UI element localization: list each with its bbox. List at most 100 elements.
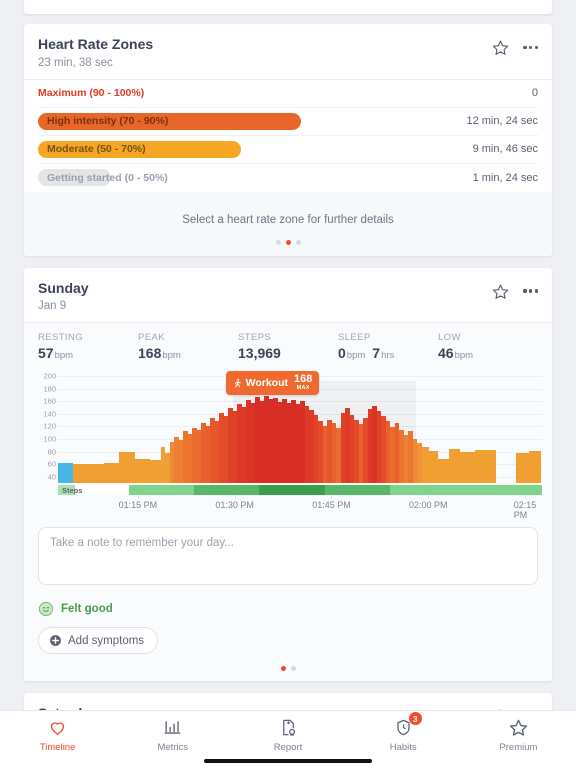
y-tick-label: 60 <box>47 459 56 469</box>
tab-timeline[interactable]: Timeline <box>0 718 115 753</box>
sunday-stats: RESTING 57bpm PEAK 168bpm STEPS 13,969 S… <box>24 323 552 369</box>
chart-bar[interactable] <box>134 458 150 483</box>
hr-zone-row[interactable]: Getting started (0 - 50%) 1 min, 24 sec <box>38 164 538 192</box>
tab-label: Timeline <box>39 742 76 753</box>
hr-zone-label: Moderate (50 - 70%) <box>38 140 241 158</box>
habits-badge: 3 <box>408 712 422 725</box>
sunday-title-block: Sunday Jan 9 <box>38 280 89 313</box>
more-horizontal-icon[interactable] <box>523 45 538 50</box>
hr-zone-row[interactable]: High intensity (70 - 90%) 12 min, 24 sec <box>38 108 538 136</box>
star-icon <box>509 718 528 737</box>
tab-label: Report <box>273 742 303 753</box>
hr-zone-row[interactable]: Maximum (90 - 100%) 0 <box>38 80 538 108</box>
day-note-input[interactable] <box>38 527 538 585</box>
hrz-header: Heart Rate Zones 23 min, 38 sec <box>24 24 552 80</box>
more-horizontal-icon[interactable] <box>523 289 538 293</box>
pager-dot[interactable] <box>290 666 296 671</box>
stat-sleep: SLEEP 0bpm 7hrs <box>338 332 438 361</box>
chart-bar[interactable] <box>58 462 74 483</box>
stat-label: RESTING <box>38 332 84 343</box>
shield-clock-icon: 3 <box>394 712 422 737</box>
tab-premium[interactable]: Premium <box>461 718 576 753</box>
chart-bar[interactable] <box>437 459 449 483</box>
chart-bar[interactable] <box>88 463 104 483</box>
steps-segment <box>128 485 194 495</box>
stat-unit-2: hrs <box>381 350 395 361</box>
report-document-icon <box>279 718 298 737</box>
heart-icon <box>48 718 67 737</box>
stat-number: 168 <box>138 345 162 361</box>
pager-dot[interactable] <box>295 239 301 245</box>
sunday-date: Jan 9 <box>38 300 67 312</box>
stat-steps: STEPS 13,969 <box>238 332 338 361</box>
stat-unit: bpm <box>162 350 181 361</box>
x-tick-mark <box>331 495 333 499</box>
heart-rate-zones-card: Heart Rate Zones 23 min, 38 sec Maximum … <box>24 24 552 256</box>
chart-plot-region[interactable]: 200 180 160 140 120 100 80 60 40 Workout 168 MAX <box>34 371 542 483</box>
stat-number: 13,969 <box>238 345 281 361</box>
chart-x-axis: 01:15 PM 01:30 PM 01:45 PM 02:00 PM 02:15 PM <box>58 495 542 520</box>
x-tick-mark <box>525 495 527 499</box>
workout-badge[interactable]: Workout 168 MAX <box>225 371 320 395</box>
mood-label: Felt good <box>61 603 113 615</box>
sunday-header-actions <box>492 280 538 300</box>
steps-segment <box>455 485 499 495</box>
steps-segment <box>259 485 325 495</box>
x-tick-label: 01:15 PM <box>118 500 158 510</box>
running-person-icon <box>234 378 241 388</box>
add-symptoms-button[interactable]: Add symptoms <box>38 627 159 654</box>
x-tick-label: 02:15 PM <box>513 500 537 520</box>
chart-bar[interactable] <box>459 451 475 483</box>
y-tick-label: 40 <box>47 472 56 482</box>
workout-max-caption: MAX <box>296 385 310 391</box>
stat-unit: bpm <box>346 350 366 361</box>
chart-bar[interactable] <box>421 446 429 483</box>
chart-bar[interactable] <box>428 450 438 483</box>
sunday-header: Sunday Jan 9 <box>24 268 552 323</box>
day-card-sunday: Sunday Jan 9 RESTING 57bpm PEAK 168bpm S… <box>24 267 552 681</box>
stat-label: PEAK <box>138 332 165 343</box>
pager-dot-active[interactable] <box>285 239 291 245</box>
x-tick-label: 01:30 PM <box>215 500 254 510</box>
star-outline-icon[interactable] <box>492 283 509 300</box>
hr-zone-label: High intensity (70 - 90%) <box>38 112 301 130</box>
chart-bar[interactable] <box>474 449 496 483</box>
steps-segment <box>324 485 390 495</box>
pager-dot[interactable] <box>275 239 281 245</box>
stat-number: 57 <box>38 345 54 361</box>
chart-bar[interactable] <box>119 451 135 483</box>
hr-zone-row[interactable]: Moderate (50 - 70%) 9 min, 46 sec <box>38 136 538 164</box>
heart-rate-chart[interactable]: 200 180 160 140 120 100 80 60 40 Workout 168 MAX <box>24 369 552 520</box>
hr-zone-value: 1 min, 24 sec <box>472 171 538 184</box>
hr-zone-value: 0 <box>531 87 538 99</box>
pager-dot-active[interactable] <box>280 666 286 671</box>
timeline-scroll-area[interactable]: Heart Rate Zones 23 min, 38 sec Maximum … <box>0 0 576 710</box>
chart-bar[interactable] <box>528 450 542 483</box>
mood-row[interactable]: Felt good <box>38 601 538 617</box>
y-tick-label: 160 <box>43 396 56 406</box>
hrz-pagination[interactable] <box>24 239 552 256</box>
add-symptoms-label: Add symptoms <box>68 634 145 647</box>
tab-metrics[interactable]: Metrics <box>115 718 230 753</box>
steps-bar[interactable]: Steps <box>58 485 542 495</box>
star-outline-icon[interactable] <box>492 39 509 56</box>
stat-number: 0 <box>338 345 346 361</box>
hrz-subtitle: 23 min, 38 sec <box>38 56 113 69</box>
stat-value: 13,969 <box>238 345 338 361</box>
stat-peak: PEAK 168bpm <box>138 332 238 361</box>
sunday-pagination[interactable] <box>24 658 552 681</box>
chart-bar[interactable] <box>103 462 120 483</box>
sunday-title: Sunday <box>38 279 89 296</box>
hr-zone-hint: Select a heart rate zone for further det… <box>24 191 552 240</box>
chart-bar[interactable] <box>448 449 460 483</box>
chart-bar[interactable] <box>149 460 161 483</box>
home-indicator <box>204 758 372 763</box>
stat-unit: bpm <box>54 350 74 361</box>
stat-number-2: 7 <box>372 345 381 361</box>
chart-bar[interactable] <box>516 453 529 483</box>
x-tick-mark <box>234 495 236 499</box>
tab-report[interactable]: Report <box>230 718 345 753</box>
chart-bar[interactable] <box>73 463 89 483</box>
sunday-note-area: Felt good Add symptoms <box>24 517 552 658</box>
tab-habits[interactable]: 3 Habits <box>346 712 461 753</box>
